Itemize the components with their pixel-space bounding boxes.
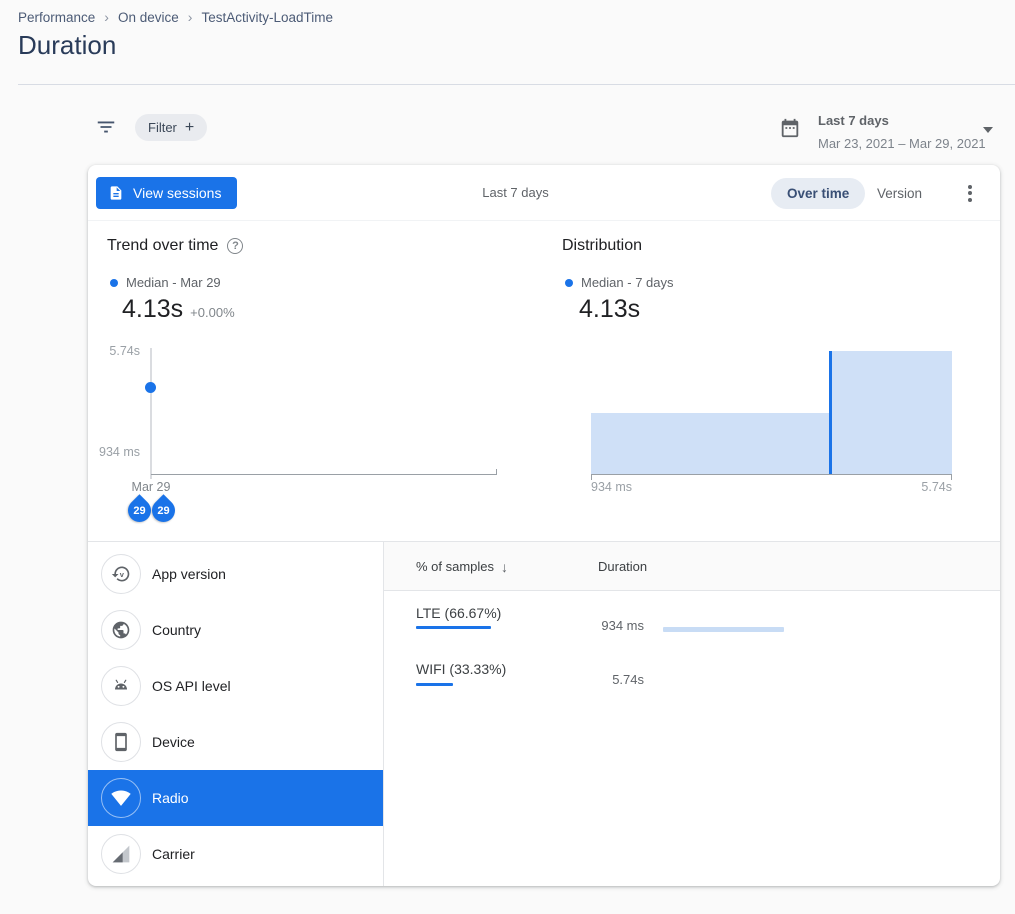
duration-card: View sessions Last 7 days Over time Vers… <box>88 165 1000 886</box>
range-slider-end-handle[interactable]: 29 <box>147 494 180 527</box>
column-header-samples[interactable]: % of samples ↓ <box>416 542 508 591</box>
sidebar-item-device[interactable]: Device <box>88 714 383 770</box>
android-icon <box>111 676 131 696</box>
column-header-duration: Duration <box>598 542 647 591</box>
sidebar-label: Device <box>152 734 195 750</box>
kebab-menu-icon[interactable] <box>962 182 978 204</box>
distribution-title-text: Distribution <box>562 237 642 255</box>
table-header: % of samples ↓ Duration <box>384 542 1000 591</box>
trend-y-max-label: 5.74s <box>88 344 140 358</box>
filter-chip[interactable]: Filter + <box>135 114 207 141</box>
sidebar-item-country[interactable]: Country <box>88 602 383 658</box>
trend-axis-tick <box>496 469 497 474</box>
calendar-icon <box>779 117 801 139</box>
sidebar-item-app-version[interactable]: v App version <box>88 546 383 602</box>
sidebar-label: Country <box>152 622 201 638</box>
table-row-lte-label[interactable]: LTE (66.67%) <box>416 605 501 621</box>
trend-gridline <box>150 348 152 479</box>
document-icon <box>108 185 124 201</box>
smartphone-icon <box>111 732 131 752</box>
card-header-divider <box>88 220 1000 221</box>
date-range-picker[interactable]: Last 7 days Mar 23, 2021 – Mar 29, 2021 <box>770 108 1000 154</box>
range-slider-start-value: 29 <box>128 499 151 522</box>
samples-header-label: % of samples <box>416 559 494 574</box>
breadcrumb-performance[interactable]: Performance <box>18 10 95 25</box>
distribution-legend: Median - 7 days <box>565 275 674 290</box>
sidebar-label: OS API level <box>152 678 231 694</box>
attribute-sidebar: v App version Country <box>88 542 383 886</box>
breadcrumb-trace-name[interactable]: TestActivity-LoadTime <box>201 10 333 25</box>
svg-text:v: v <box>120 570 125 579</box>
date-range-label: Mar 23, 2021 – Mar 29, 2021 <box>818 136 986 151</box>
histogram-bar-low <box>591 413 831 474</box>
period-label: Last 7 days <box>468 185 563 200</box>
breadcrumb-on-device[interactable]: On device <box>118 10 179 25</box>
sort-desc-icon: ↓ <box>501 559 508 575</box>
wifi-sample-bar <box>416 683 453 686</box>
range-slider-end-value: 29 <box>152 499 175 522</box>
trend-title-text: Trend over time <box>107 237 218 255</box>
view-sessions-label: View sessions <box>133 185 221 201</box>
help-icon[interactable]: ? <box>227 238 243 254</box>
legend-dot-icon <box>110 279 118 287</box>
distribution-x-axis <box>591 474 952 475</box>
distribution-median-value: 4.13s <box>579 295 640 324</box>
table-row-wifi-label[interactable]: WIFI (33.33%) <box>416 661 506 677</box>
distribution-histogram <box>591 351 952 474</box>
trend-data-point <box>145 382 156 393</box>
lte-duration-minibar <box>663 627 784 632</box>
tab-version[interactable]: Version <box>877 178 922 209</box>
trend-legend: Median - Mar 29 <box>110 275 221 290</box>
distribution-value: 4.13s <box>579 295 640 324</box>
breadcrumb: Performance › On device › TestActivity-L… <box>18 9 333 25</box>
trend-value: 4.13s <box>122 295 183 324</box>
trend-y-min-label: 934 ms <box>88 445 140 459</box>
filter-chip-label: Filter <box>148 120 177 135</box>
plus-icon: + <box>185 119 194 137</box>
app-version-restore-icon: v <box>111 564 131 584</box>
tab-over-time[interactable]: Over time <box>771 178 865 209</box>
trend-delta: +0.00% <box>190 305 234 320</box>
performance-duration-page: Performance › On device › TestActivity-L… <box>0 0 1015 914</box>
histogram-median-line <box>829 351 832 474</box>
chevron-down-icon <box>983 127 993 133</box>
lte-duration-value: 934 ms <box>534 618 644 633</box>
lte-sample-bar <box>416 626 491 629</box>
distribution-legend-label: Median - 7 days <box>581 275 674 290</box>
wifi-duration-value: 5.74s <box>534 672 644 687</box>
sidebar-label: Radio <box>152 790 189 806</box>
page-title: Duration <box>18 30 116 61</box>
trend-legend-label: Median - Mar 29 <box>126 275 221 290</box>
chevron-right-icon: › <box>104 9 109 25</box>
wifi-icon <box>111 788 131 808</box>
filter-funnel-icon[interactable] <box>95 116 117 138</box>
legend-dot-icon <box>565 279 573 287</box>
histogram-bar-high <box>831 351 952 474</box>
sidebar-label: Carrier <box>152 846 195 862</box>
globe-icon <box>111 620 131 640</box>
trend-median-value: 4.13s +0.00% <box>122 295 235 324</box>
date-preset-label: Last 7 days <box>818 113 889 128</box>
distribution-section-title: Distribution <box>562 237 642 255</box>
breakdown-table: % of samples ↓ Duration LTE (66.67%) 934… <box>384 542 1000 886</box>
trend-x-axis <box>151 474 497 475</box>
sidebar-item-carrier[interactable]: Carrier <box>88 826 383 882</box>
chevron-right-icon: › <box>188 9 193 25</box>
trend-x-label: Mar 29 <box>121 480 181 494</box>
header-divider <box>18 84 1015 85</box>
sidebar-label: App version <box>152 566 226 582</box>
cell-signal-icon <box>111 844 131 864</box>
distribution-x-min-label: 934 ms <box>591 480 632 494</box>
sidebar-item-radio[interactable]: Radio <box>88 770 383 826</box>
distribution-x-max-label: 5.74s <box>902 480 952 494</box>
sidebar-item-os-api-level[interactable]: OS API level <box>88 658 383 714</box>
view-sessions-button[interactable]: View sessions <box>96 177 237 209</box>
trend-section-title: Trend over time ? <box>107 237 243 255</box>
